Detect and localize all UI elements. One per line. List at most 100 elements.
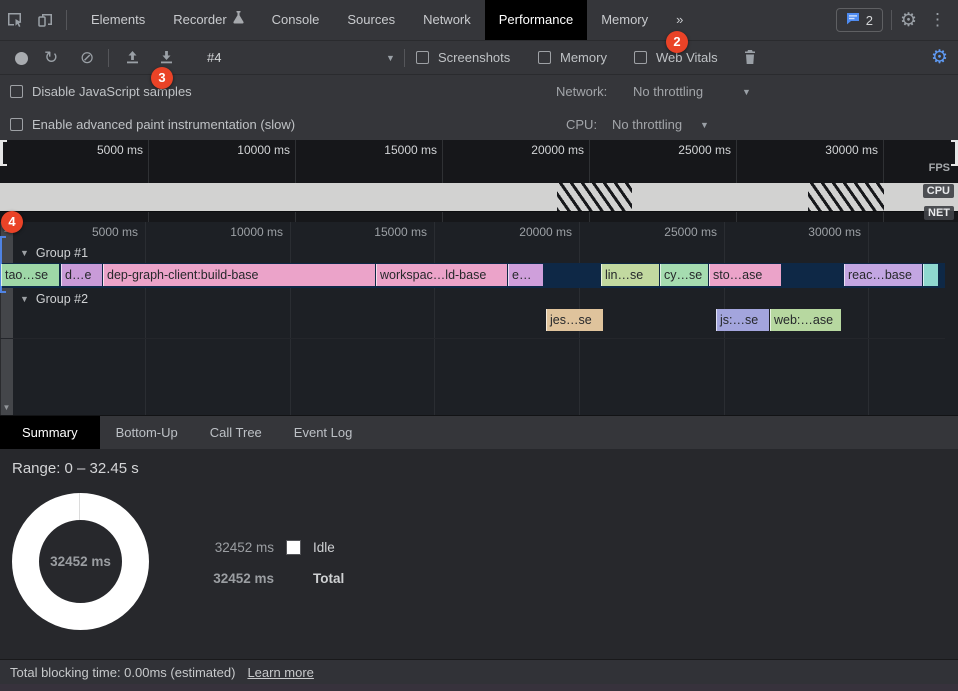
flame-bar[interactable]: reac…base xyxy=(844,264,922,286)
flame-bar[interactable]: sto…ase xyxy=(709,264,781,286)
flame-bar[interactable]: js:…se xyxy=(716,309,769,331)
trash-icon[interactable] xyxy=(742,49,758,69)
capture-settings-gear-icon[interactable]: ⚙ xyxy=(931,41,948,75)
flame-bar[interactable]: lin…se xyxy=(601,264,659,286)
disable-js-samples-checkbox[interactable] xyxy=(10,85,23,98)
learn-more-link[interactable]: Learn more xyxy=(247,665,313,680)
flame-bar[interactable]: tao…se xyxy=(1,264,59,286)
idle-swatch xyxy=(286,540,301,555)
overview-net-separator xyxy=(0,211,958,212)
timeline-tick-label: 20000 ms xyxy=(482,225,572,239)
track-separator xyxy=(0,338,945,339)
timeline-gridline xyxy=(145,222,146,415)
tab-bottom-up[interactable]: Bottom-Up xyxy=(100,416,194,449)
cpu-lane-label: CPU xyxy=(923,184,954,198)
kebab-menu-icon[interactable]: ⋮ xyxy=(925,10,950,30)
cpu-throttle-label: CPU: xyxy=(566,117,597,132)
capture-options-pane: Disable JavaScript samples Network: No t… xyxy=(0,74,958,140)
overview-tick-label: 10000 ms xyxy=(200,143,290,157)
timeline-tick-label: 10000 ms xyxy=(193,225,283,239)
session-dropdown-arrow-icon[interactable]: ▼ xyxy=(386,41,395,75)
group2-header[interactable]: ▼ Group #2 xyxy=(20,292,88,306)
flame-bar[interactable]: e… xyxy=(508,264,543,286)
details-tabbar: Summary Bottom-Up Call Tree Event Log xyxy=(0,415,958,449)
divider xyxy=(108,49,109,67)
total-blocking-time-text: Total blocking time: 0.00ms (estimated) xyxy=(10,665,235,680)
timeline-overview[interactable]: 5000 ms 10000 ms 15000 ms 20000 ms 25000 ms 3… xyxy=(0,140,958,222)
overview-tick-label: 20000 ms xyxy=(494,143,584,157)
flame-chart-timeline[interactable]: 5000 ms10000 ms15000 ms20000 ms25000 ms3… xyxy=(0,222,958,415)
tab-recorder[interactable]: Recorder xyxy=(159,0,257,40)
network-throttle-select[interactable]: No throttling xyxy=(633,84,703,99)
flame-bar[interactable]: dep-graph-client:build-base xyxy=(103,264,375,286)
reload-and-record-icon[interactable]: ↻ xyxy=(44,41,58,75)
tab-summary[interactable]: Summary xyxy=(0,416,100,449)
overview-tick-label: 5000 ms xyxy=(53,143,143,157)
overview-tick-label: 15000 ms xyxy=(347,143,437,157)
flame-bar[interactable]: cy…se xyxy=(660,264,708,286)
device-toolbar-icon[interactable] xyxy=(30,0,60,40)
record-button[interactable] xyxy=(15,52,28,65)
memory-checkbox[interactable] xyxy=(538,51,551,64)
screenshots-checkbox[interactable] xyxy=(416,51,429,64)
flame-bar[interactable]: web:…ase xyxy=(770,309,841,331)
save-profile-icon[interactable] xyxy=(158,49,175,69)
clear-icon[interactable]: ⊘ xyxy=(80,41,94,75)
range-text: Range: 0 – 32.45 s xyxy=(12,460,139,477)
inspect-element-icon[interactable] xyxy=(0,0,30,40)
fps-lane-label: FPS xyxy=(925,161,954,175)
screenshots-label: Screenshots xyxy=(438,41,510,75)
chevron-down-icon: ▼ xyxy=(20,294,29,304)
tab-network[interactable]: Network xyxy=(409,0,485,40)
tab-elements[interactable]: Elements xyxy=(77,0,159,40)
load-profile-icon[interactable] xyxy=(124,49,141,69)
group1-header[interactable]: ▼ Group #1 xyxy=(20,246,88,260)
session-select[interactable]: #4 xyxy=(207,41,221,75)
console-messages-badge[interactable]: 2 xyxy=(836,8,883,32)
scroll-down-icon[interactable]: ▼ xyxy=(0,403,13,412)
web-vitals-checkbox[interactable] xyxy=(634,51,647,64)
flame-bar[interactable]: workspac…ld-base xyxy=(376,264,507,286)
advanced-paint-label: Enable advanced paint instrumentation (s… xyxy=(32,117,295,132)
tab-performance[interactable]: Performance xyxy=(485,0,587,40)
flame-bar[interactable]: d…e xyxy=(61,264,102,286)
timeline-gridline xyxy=(434,222,435,415)
annotation-badge-2[interactable]: 2 xyxy=(666,31,688,53)
advanced-paint-checkbox[interactable] xyxy=(10,118,23,131)
cpu-throttle-select[interactable]: No throttling xyxy=(612,117,682,132)
network-throttle-label: Network: xyxy=(556,84,607,99)
overview-tick-label: 30000 ms xyxy=(788,143,878,157)
timeline-tick-label: 25000 ms xyxy=(627,225,717,239)
performance-toolbar: ↻ ⊘ #4 ▼ Screenshots Memory Web Vitals ⚙ xyxy=(0,40,958,74)
annotation-badge-4[interactable]: 4 xyxy=(1,211,23,233)
network-dropdown-arrow-icon[interactable]: ▼ xyxy=(742,87,751,97)
flame-bar[interactable]: jes…se xyxy=(546,309,603,331)
tab-console[interactable]: Console xyxy=(258,0,334,40)
idle-label: Idle xyxy=(313,540,335,555)
annotation-badge-3[interactable]: 3 xyxy=(151,67,173,89)
flame-bar[interactable] xyxy=(923,264,938,286)
flask-icon xyxy=(233,0,244,40)
tab-call-tree[interactable]: Call Tree xyxy=(194,416,278,449)
devtools-tabbar: Elements Recorder Console Sources Networ… xyxy=(0,0,958,40)
memory-label: Memory xyxy=(560,41,607,75)
idle-value: 32452 ms xyxy=(208,540,274,555)
tab-event-log[interactable]: Event Log xyxy=(278,416,369,449)
overview-right-handle[interactable] xyxy=(951,140,958,166)
settings-gear-icon[interactable]: ⚙ xyxy=(900,9,917,32)
chat-bubble-icon xyxy=(846,12,860,28)
tab-memory[interactable]: Memory xyxy=(587,0,662,40)
divider xyxy=(404,49,405,67)
overview-tick-label: 25000 ms xyxy=(641,143,731,157)
divider xyxy=(891,10,892,30)
overview-left-handle[interactable] xyxy=(0,140,7,166)
summary-pane: Range: 0 – 32.45 s 32452 ms 32452 ms Idl… xyxy=(0,449,958,659)
donut-total-label: 32452 ms xyxy=(12,493,149,630)
timeline-gridline xyxy=(868,222,869,415)
tab-sources[interactable]: Sources xyxy=(333,0,409,40)
panel-tabs: Elements Recorder Console Sources Networ… xyxy=(77,0,697,40)
window-edge xyxy=(0,684,958,691)
total-label: Total xyxy=(313,571,344,586)
timeline-tick-label: 5000 ms xyxy=(48,225,138,239)
cpu-dropdown-arrow-icon[interactable]: ▼ xyxy=(700,120,709,130)
